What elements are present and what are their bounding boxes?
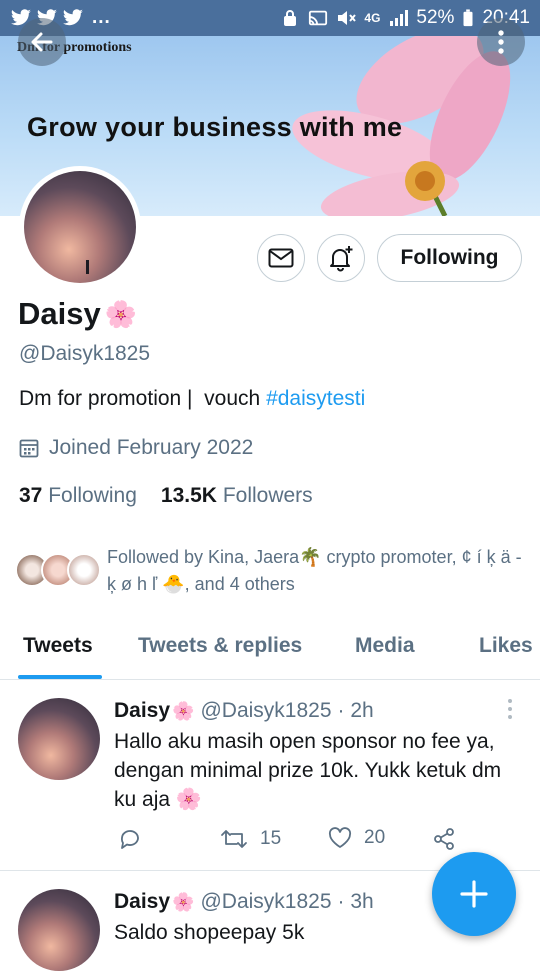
back-button[interactable] (18, 18, 66, 66)
tweet-time: · 3h (337, 890, 374, 913)
following-label: Following (48, 484, 137, 507)
like-count: 20 (364, 827, 386, 848)
profile-avatar[interactable] (19, 166, 141, 288)
heart-icon (328, 827, 352, 848)
joined-text: Joined February 2022 (49, 436, 254, 459)
calendar-icon (19, 439, 39, 458)
battery-percent: 52% (416, 7, 455, 28)
followers-link[interactable]: 13.5K Followers (161, 484, 313, 508)
profile-handle: @Daisyk1825 (19, 342, 151, 365)
message-button[interactable] (257, 234, 305, 282)
retweet-button[interactable]: 15 (220, 827, 281, 851)
share-icon (434, 828, 454, 850)
arrow-left-icon (31, 32, 53, 52)
active-tab-indicator (18, 675, 102, 679)
flower-emoji: 🌸 (104, 298, 138, 329)
tab-likes[interactable]: Likes (479, 634, 533, 658)
profile-bio: Dm for promotion | vouch #daisytesti (19, 387, 365, 411)
tweet-handle: @Daisyk1825 (200, 890, 332, 913)
joined-date: Joined February 2022 (19, 436, 253, 460)
retweet-count: 15 (260, 828, 282, 849)
followers-label: Followers (222, 484, 313, 507)
reply-button[interactable] (118, 827, 142, 851)
vertical-dots-icon (498, 30, 504, 54)
mutual-avatar (67, 553, 101, 587)
followers-count: 13.5K (160, 484, 217, 507)
tweet-avatar[interactable] (18, 889, 100, 971)
tab-tweets-and-replies[interactable]: Tweets & replies (138, 634, 302, 658)
tweet-author-name[interactable]: Daisy (114, 890, 170, 914)
tweet-text: Hallo aku masih open sponsor no fee ya, … (114, 730, 502, 811)
retweet-icon (221, 830, 247, 848)
tab-media[interactable]: Media (355, 634, 415, 658)
compose-tweet-button[interactable] (432, 852, 516, 936)
reply-icon (120, 830, 139, 849)
flower-emoji: 🌸 (172, 700, 195, 721)
envelope-icon (268, 248, 294, 268)
following-count: 37 (19, 484, 43, 507)
profile-name: Daisy 🌸 (18, 296, 137, 332)
signal-icon (390, 10, 409, 26)
profile-name-text: Daisy (18, 296, 101, 331)
following-button[interactable]: Following (377, 234, 522, 282)
more-options-button[interactable] (477, 18, 525, 66)
following-link[interactable]: 37 Following (19, 484, 137, 508)
tweet[interactable]: Daisy 🌸 @Daisyk1825 · 2h Hallo aku masih… (0, 681, 540, 871)
share-button[interactable] (432, 827, 456, 851)
tweet-more-icon[interactable] (500, 697, 520, 721)
bio-text: Dm for promotion | vouch (19, 387, 267, 410)
tweet-header: Daisy 🌸 @Daisyk1825 · 3h (114, 890, 374, 914)
followed-by-row[interactable]: Followed by Kina, Jaera🌴 crypto promoter… (15, 544, 530, 598)
follow-stats: 37 Following 13.5K Followers (19, 484, 313, 508)
profile-tabs: Tweets Tweets & replies Media Likes (0, 622, 540, 680)
followed-by-text: Followed by Kina, Jaera🌴 crypto promoter… (107, 547, 522, 594)
tweet-time: · 2h (337, 699, 374, 722)
cast-icon (309, 10, 328, 26)
notifications-button[interactable] (317, 234, 365, 282)
banner-tagline: Grow your business with me (27, 112, 403, 142)
tab-tweets[interactable]: Tweets (23, 634, 93, 658)
avatar-image (24, 171, 136, 283)
bio-hashtag-link[interactable]: #daisytesti (266, 387, 365, 410)
mute-icon (338, 11, 357, 25)
flower-emoji: 🌸 (172, 891, 195, 912)
bell-plus-icon (330, 246, 353, 272)
tweet-actions: 15 20 (114, 827, 464, 857)
status-bar: ... 4G 52% 20:41 (0, 0, 540, 36)
like-button[interactable]: 20 (328, 827, 385, 849)
battery-icon (463, 9, 473, 27)
lock-icon (284, 10, 297, 26)
tweet-handle: @Daisyk1825 (200, 699, 332, 722)
plus-icon (460, 880, 488, 908)
tweet-header: Daisy 🌸 @Daisyk1825 · 2h (114, 699, 374, 723)
twitter-notification-icon (63, 9, 83, 26)
network-type: 4G (364, 11, 381, 25)
tweet-avatar[interactable] (18, 698, 100, 780)
mutual-avatars (15, 544, 105, 587)
more-notifications-indicator: ... (92, 7, 111, 28)
tweet-author-name[interactable]: Daisy (114, 699, 170, 723)
